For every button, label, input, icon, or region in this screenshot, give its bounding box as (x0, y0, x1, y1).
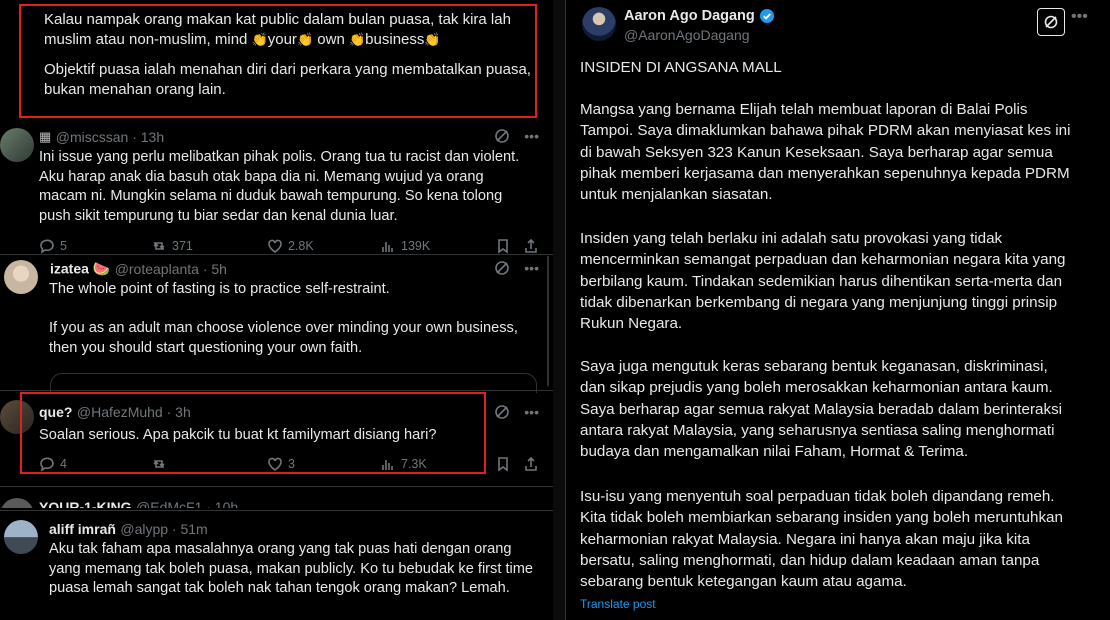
reply-tweet[interactable]: ▦ @miscssan · 13h ••• Ini issue yang per… (0, 124, 553, 264)
reply-text: The whole point of fasting is to practic… (49, 281, 518, 356)
reply-tweet[interactable]: YOUR-1-KING @EdMcF1 · 10h (0, 494, 553, 508)
verified-badge-icon (759, 9, 774, 23)
panel-gap (553, 0, 565, 620)
tweet-paragraph: Saya juga mengutuk keras sebarang bentuk… (580, 358, 1063, 461)
highlight-box-reply (20, 392, 486, 474)
more-icon[interactable]: ••• (524, 404, 539, 420)
views-button[interactable]: 139K (380, 238, 430, 254)
bookmark-button[interactable] (495, 456, 511, 472)
bookmark-icon (498, 457, 508, 472)
reply-icon (40, 239, 54, 254)
more-icon[interactable]: ••• (524, 260, 539, 276)
left-replies-panel: Kalau nampak orang makan kat public dala… (0, 0, 553, 620)
translate-post-link[interactable]: Translate post (580, 597, 656, 611)
divider (0, 390, 553, 391)
grok-button[interactable] (1037, 8, 1065, 36)
share-button[interactable] (523, 238, 539, 254)
grok-icon[interactable] (494, 128, 510, 144)
reply-button[interactable]: 5 (39, 238, 67, 254)
reply-handle: @EdMcF1 · 10h (136, 498, 239, 508)
reply-name: aliff imrañ (49, 520, 116, 537)
avatar (0, 498, 34, 508)
share-icon (525, 456, 537, 471)
retweet-icon (153, 242, 165, 250)
grok-icon[interactable] (494, 404, 510, 420)
grok-icon (1044, 15, 1058, 29)
reply-tweet[interactable]: izatea 🍉 @roteaplanta · 5h ••• The whole… (0, 256, 553, 393)
thread-line (547, 256, 549, 386)
bookmark-button[interactable] (495, 238, 511, 254)
author-avatar[interactable] (582, 7, 616, 41)
share-icon (525, 238, 537, 253)
retweet-button[interactable]: 371 (151, 238, 193, 254)
tweet-heading: INSIDEN DI ANGSANA MALL (580, 59, 782, 76)
tweet-paragraph: Isu-isu yang menyentuh soal perpaduan ti… (580, 488, 1063, 591)
reply-name: YOUR-1-KING (39, 498, 132, 508)
grok-icon[interactable] (494, 260, 510, 276)
tweet-paragraph: Mangsa yang bernama Elijah telah membuat… (580, 101, 1071, 204)
views-icon (382, 242, 393, 252)
reply-text: Aku tak faham apa masalahnya orang yang … (49, 541, 534, 596)
like-button[interactable]: 2.8K (267, 238, 314, 254)
action-bar: 5 371 2.8K 139K (39, 238, 539, 258)
reply-name: izatea 🍉 (50, 260, 111, 277)
avatar (0, 128, 34, 162)
more-icon[interactable]: ••• (524, 128, 539, 144)
divider (0, 510, 553, 511)
avatar (4, 260, 38, 294)
reply-text: Ini issue yang perlu melibatkan pihak po… (39, 149, 520, 224)
main-tweet-panel: Aaron Ago Dagang @AaronAgoDagang ••• INS… (565, 0, 1110, 620)
more-icon[interactable]: ••• (1071, 8, 1088, 26)
reply-handle: @miscssan · 13h (55, 128, 165, 145)
divider (0, 486, 553, 487)
tweet-paragraph: Insiden yang telah berlaku ini adalah sa… (580, 230, 1066, 333)
avatar (4, 520, 38, 554)
reply-handle: @alypp · 51m (120, 520, 208, 537)
reply-handle: @roteaplanta · 5h (114, 260, 227, 277)
bookmark-icon (498, 239, 508, 254)
like-icon (268, 239, 282, 253)
author-name[interactable]: Aaron Ago Dagang (624, 8, 775, 24)
share-button[interactable] (523, 456, 539, 472)
name-glyph-icon: ▦ (39, 128, 52, 144)
reply-tweet[interactable]: aliff imrañ @alypp · 51m Aku tak faham a… (0, 512, 553, 620)
highlight-box-quoted (19, 4, 537, 118)
author-handle[interactable]: @AaronAgoDagang (624, 27, 750, 43)
divider (0, 254, 553, 255)
